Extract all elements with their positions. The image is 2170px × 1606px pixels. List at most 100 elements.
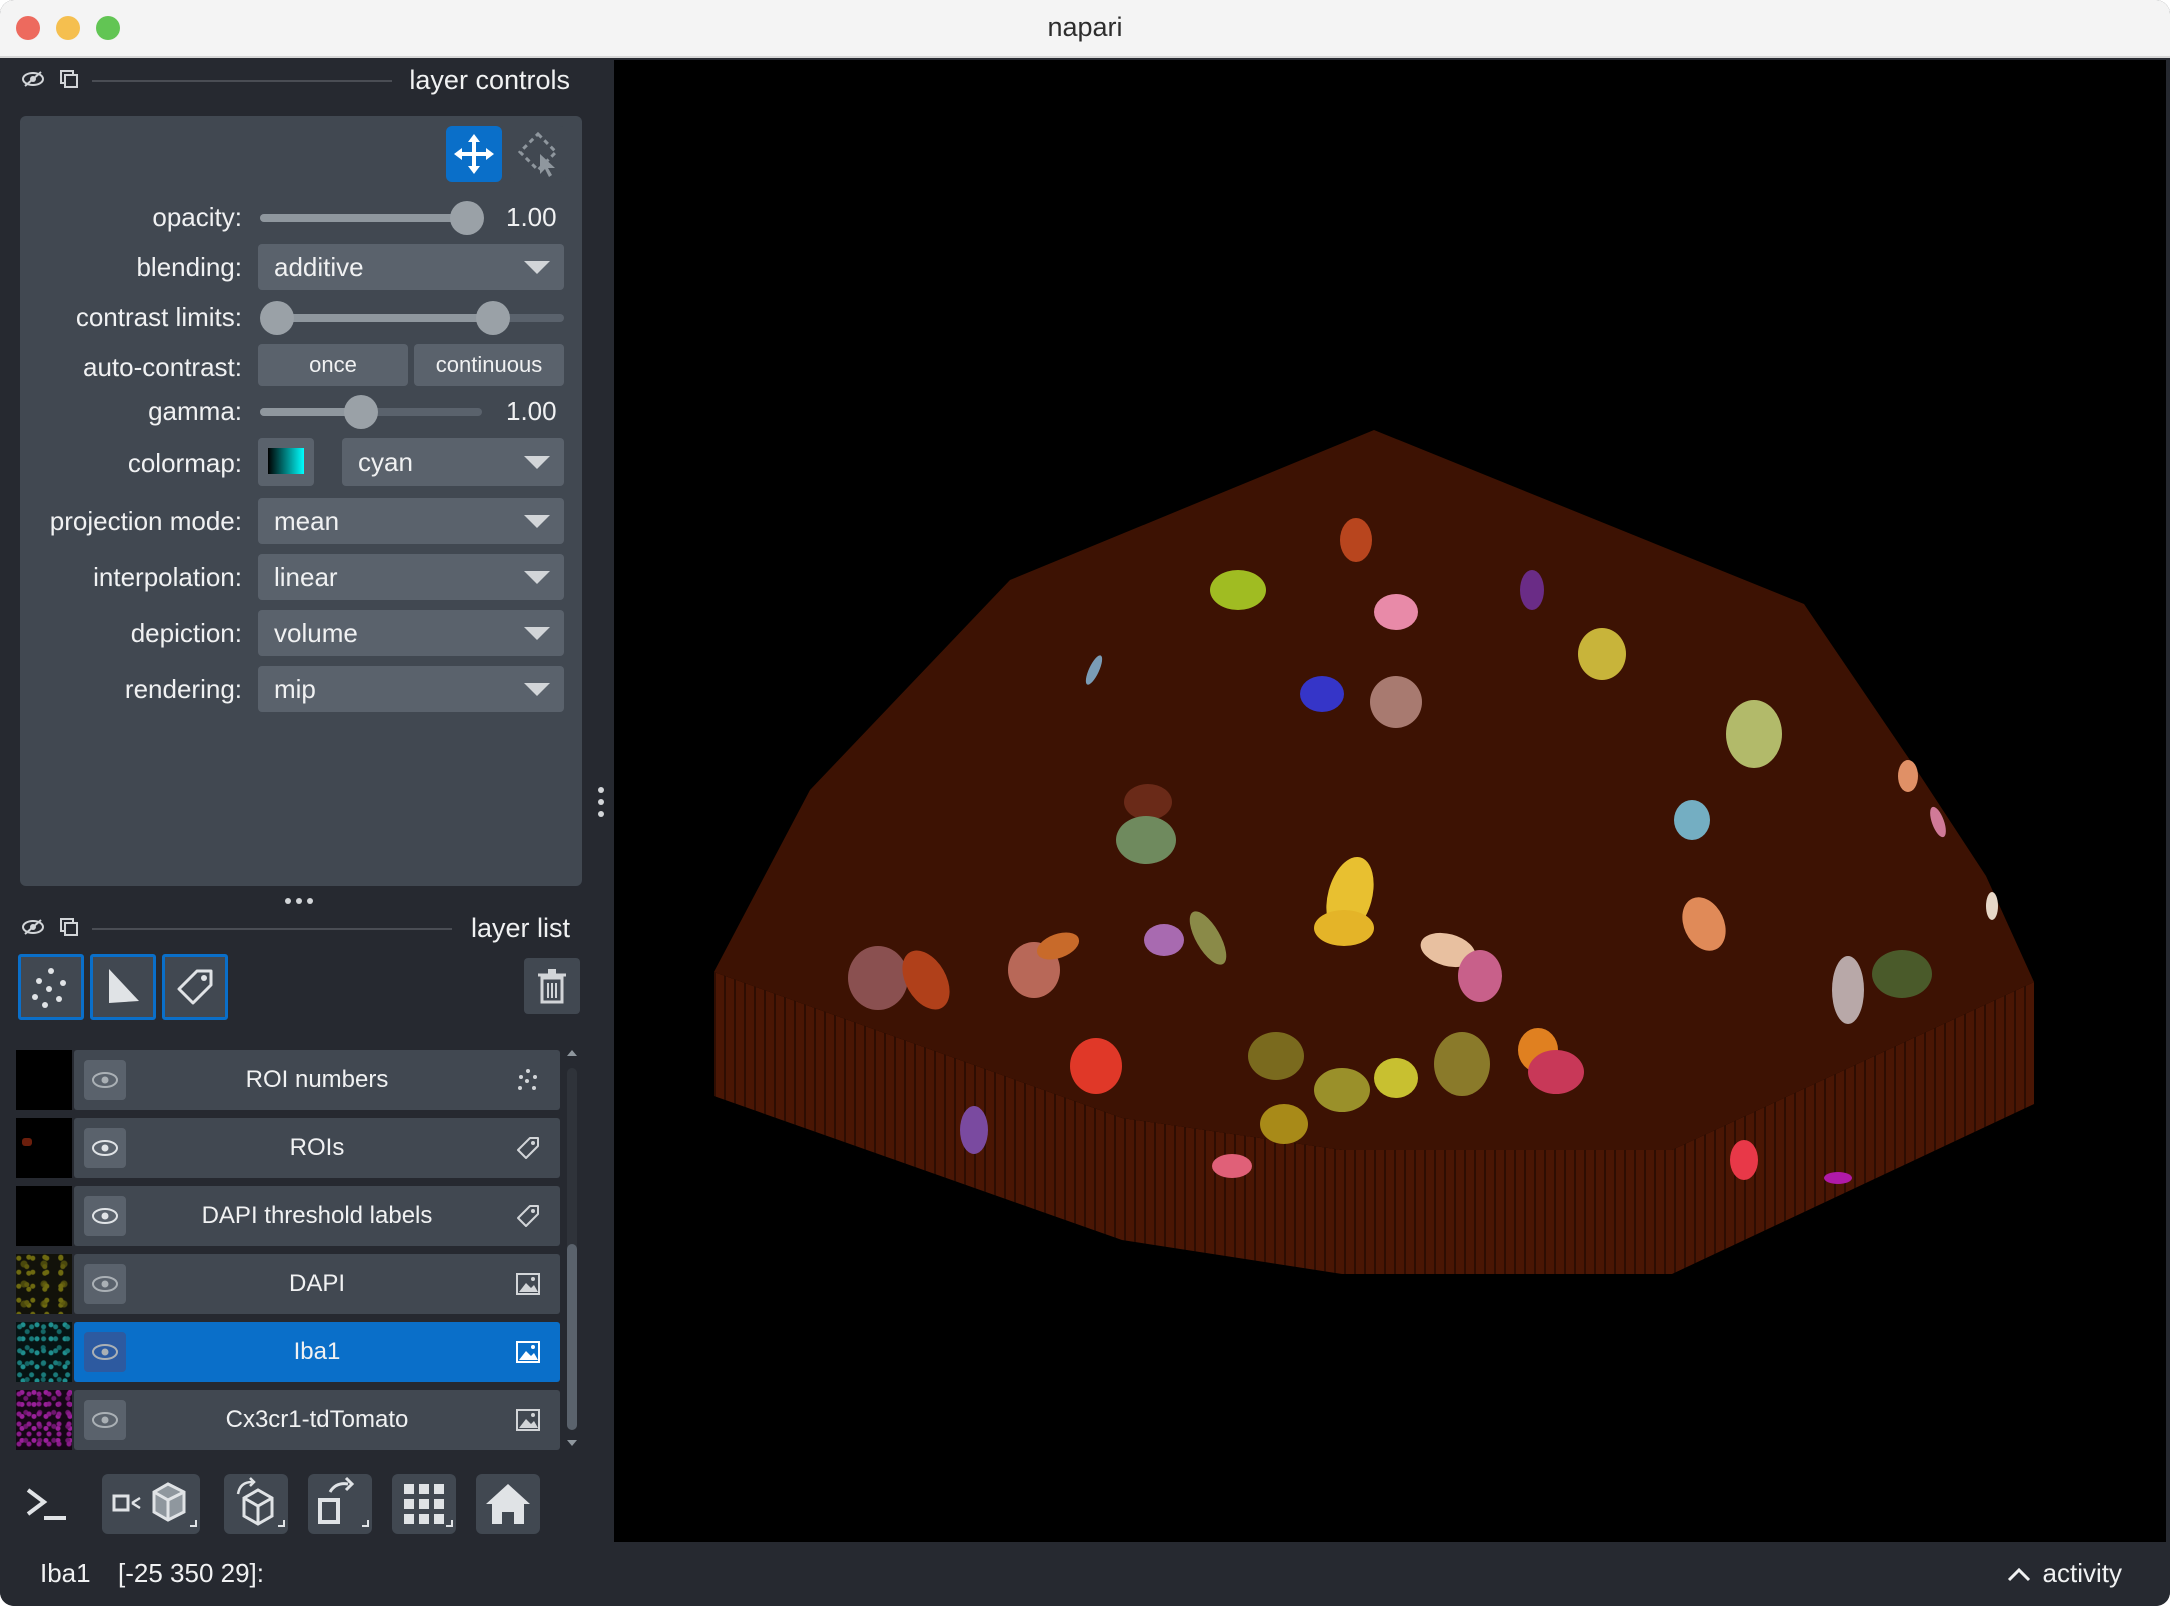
console-button[interactable]: [14, 1474, 78, 1534]
visibility-toggle-button[interactable]: [84, 1400, 126, 1440]
eye-icon: [92, 1344, 118, 1360]
colormap-dropdown[interactable]: cyan: [342, 438, 564, 486]
new-labels-icon: [177, 969, 213, 1005]
status-bar: Iba1 [-25 350 29]: activity: [0, 1544, 2170, 1606]
scrollbar-thumb[interactable]: [567, 1244, 577, 1430]
visibility-toggle-icon[interactable]: [20, 914, 46, 940]
transform-icon: [517, 131, 559, 177]
reset-view-button[interactable]: [476, 1474, 540, 1534]
roll-icon: [236, 1477, 285, 1527]
layer-thumbnail: [16, 1118, 72, 1178]
layer-list-scrollbar[interactable]: [564, 1050, 580, 1450]
auto-contrast-once-button[interactable]: once: [258, 344, 408, 386]
window-title: napari: [1047, 12, 1123, 42]
layer-name: Cx3cr1-tdTomato: [225, 1406, 409, 1433]
layer-row-roi-numbers[interactable]: ROI numbers: [16, 1050, 560, 1110]
layer-body[interactable]: Iba1: [74, 1322, 560, 1382]
colormap-preview[interactable]: [258, 438, 314, 486]
dock-splitter-handle[interactable]: [282, 894, 316, 906]
contrast-limits-high-handle[interactable]: [476, 301, 510, 335]
more-vertical-icon: [598, 787, 604, 817]
depiction-dropdown[interactable]: volume: [258, 610, 564, 656]
scroll-down-icon[interactable]: [567, 1440, 577, 1446]
layer-body[interactable]: DAPI threshold labels: [74, 1186, 560, 1246]
interpolation-dropdown[interactable]: linear: [258, 554, 564, 600]
contrast-limits-low-handle[interactable]: [260, 301, 294, 335]
new-points-layer-button[interactable]: [18, 954, 84, 1020]
colormap-label: colormap:: [127, 448, 242, 478]
layer-list-header: layer list: [0, 906, 600, 950]
layer-row-dapi-threshold-labels[interactable]: DAPI threshold labels: [16, 1186, 560, 1246]
gamma-slider-handle[interactable]: [344, 395, 378, 429]
scrollbar-track: [567, 1068, 577, 1430]
delete-layer-button[interactable]: [524, 958, 580, 1014]
trash-icon: [538, 969, 566, 1004]
layer-thumbnail: [16, 1390, 72, 1450]
opacity-value: 1.00: [506, 202, 557, 232]
chevron-down-icon: [524, 515, 550, 528]
layer-body[interactable]: ROI numbers: [74, 1050, 560, 1110]
interpolation-value: linear: [274, 562, 338, 592]
rendering-label: rendering:: [124, 674, 242, 704]
visibility-toggle-button[interactable]: [84, 1264, 126, 1304]
layer-row-cx3cr1-tdtomato[interactable]: Cx3cr1-tdTomato: [16, 1390, 560, 1450]
rendering-dropdown[interactable]: mip: [258, 666, 564, 712]
eye-icon: [92, 1276, 118, 1292]
visibility-toggle-button[interactable]: [84, 1060, 126, 1100]
viewer-canvas[interactable]: [614, 60, 2166, 1542]
layer-name: ROI numbers: [245, 1066, 389, 1093]
layer-row-dapi[interactable]: DAPI: [16, 1254, 560, 1314]
layer-body[interactable]: Cx3cr1-tdTomato: [74, 1390, 560, 1450]
projection-mode-dropdown[interactable]: mean: [258, 498, 564, 544]
dock-resize-handle[interactable]: [594, 784, 608, 820]
status-coordinates: [-25 350 29]:: [118, 1558, 264, 1588]
auto-contrast-continuous-button[interactable]: continuous: [414, 344, 564, 386]
transpose-icon: [318, 1476, 369, 1527]
layer-body[interactable]: DAPI: [74, 1254, 560, 1314]
transform-button[interactable]: [510, 126, 566, 182]
grid-view-button[interactable]: [392, 1474, 456, 1534]
activity-label: activity: [2042, 1558, 2122, 1588]
header-divider: [92, 80, 392, 82]
blending-dropdown[interactable]: additive: [258, 244, 564, 290]
layer-name: ROIs: [289, 1134, 345, 1161]
eye-icon: [92, 1208, 118, 1224]
layer-controls-title: layer controls: [409, 65, 570, 95]
napari-window: napari layer controls opacity: 1.00 blen…: [0, 0, 2170, 1606]
chevron-down-icon: [524, 261, 550, 274]
grid-icon: [404, 1484, 453, 1527]
opacity-slider-handle[interactable]: [450, 201, 484, 235]
visibility-toggle-icon[interactable]: [20, 66, 46, 92]
activity-button[interactable]: activity: [2007, 1554, 2122, 1594]
visibility-toggle-button[interactable]: [84, 1332, 126, 1372]
chevron-down-icon: [524, 683, 550, 696]
visibility-toggle-button[interactable]: [84, 1196, 126, 1236]
interpolation-label: interpolation:: [93, 562, 242, 592]
layer-row-rois[interactable]: ROIs: [16, 1118, 560, 1178]
chevron-down-icon: [524, 627, 550, 640]
contrast-limits-label: contrast limits:: [75, 302, 242, 332]
visibility-toggle-button[interactable]: [84, 1128, 126, 1168]
depiction-label: depiction:: [130, 618, 242, 648]
layer-thumbnail: [16, 1254, 72, 1314]
scroll-up-icon[interactable]: [567, 1050, 577, 1056]
layer-name: Iba1: [293, 1338, 341, 1365]
blending-label: blending:: [136, 252, 242, 282]
layer-row-iba1[interactable]: Iba1: [16, 1322, 560, 1382]
layer-body[interactable]: ROIs: [74, 1118, 560, 1178]
contrast-limits-range: [276, 314, 492, 322]
pan-zoom-icon: [454, 134, 494, 174]
transpose-dimensions-button[interactable]: [308, 1474, 372, 1534]
new-labels-layer-button[interactable]: [162, 954, 228, 1020]
roll-dimensions-button[interactable]: [224, 1474, 288, 1534]
float-panel-icon[interactable]: [56, 914, 82, 940]
layer-thumbnail: [16, 1186, 72, 1246]
toggle-ndisplay-button[interactable]: [102, 1474, 200, 1534]
pan-zoom-button[interactable]: [446, 126, 502, 182]
depiction-value: volume: [274, 618, 358, 648]
volume-top-face: [714, 430, 2034, 1150]
layer-name: DAPI threshold labels: [201, 1202, 433, 1229]
float-panel-icon[interactable]: [56, 66, 82, 92]
layer-list-title: layer list: [470, 913, 570, 943]
new-shapes-layer-button[interactable]: [90, 954, 156, 1020]
